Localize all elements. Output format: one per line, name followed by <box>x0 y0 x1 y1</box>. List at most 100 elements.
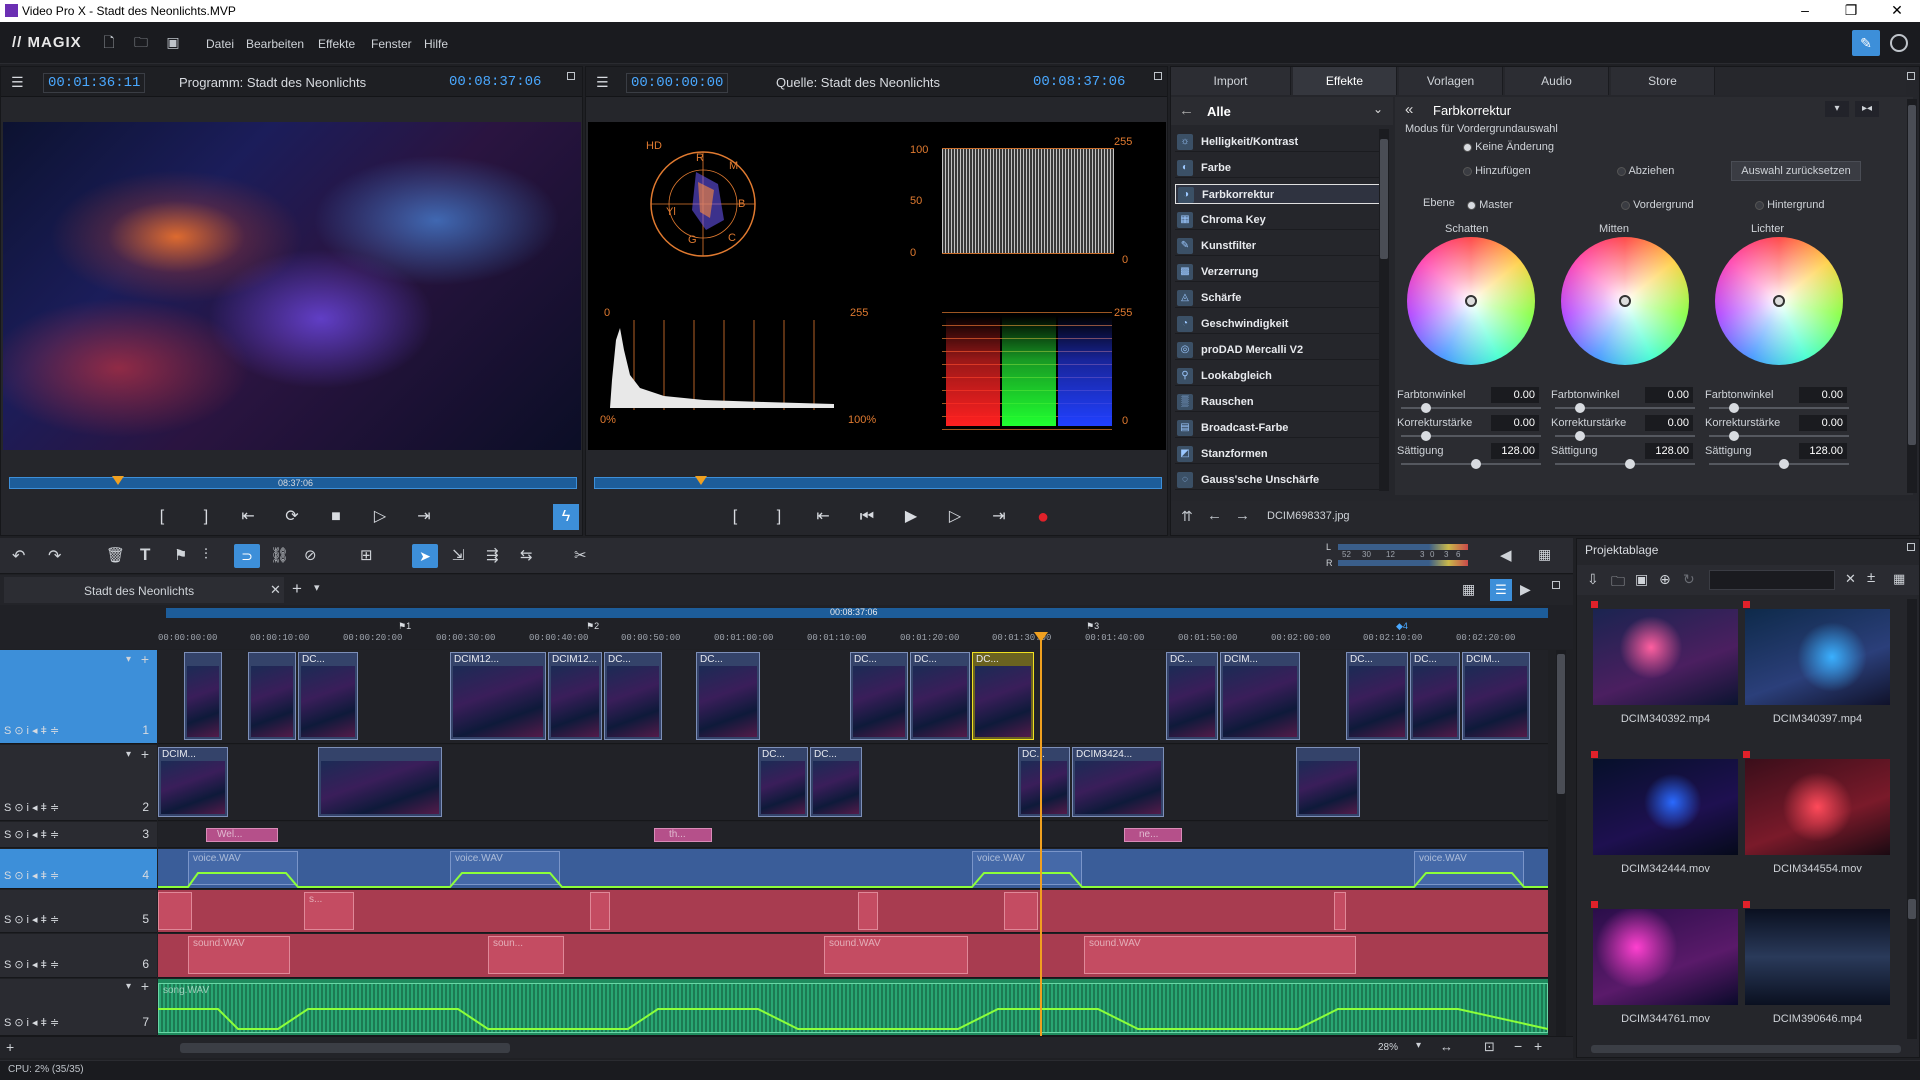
zoom-fit-icon[interactable]: ↔ <box>1440 1039 1453 1054</box>
marker-flag[interactable]: ◆4 <box>1396 621 1408 632</box>
track-header-5[interactable]: S⊙i◂ǂ≑ 5 <box>0 890 157 933</box>
hue-value[interactable]: 0.00 <box>1799 387 1847 403</box>
video-clip[interactable]: DC... <box>298 652 358 740</box>
mark-out-icon[interactable]: ] <box>766 504 792 530</box>
radio-icon[interactable] <box>1467 200 1476 210</box>
hue-value[interactable]: 0.00 <box>1491 387 1539 403</box>
track-header-2[interactable]: ▾ + S⊙i◂ǂ≑ 2 <box>0 745 157 821</box>
tab-store[interactable]: Store <box>1611 67 1715 95</box>
video-clip[interactable]: DC... <box>1166 652 1218 740</box>
timeline-tab[interactable]: Stadt des Neonlichts ✕ <box>4 577 284 603</box>
strength-slider[interactable] <box>1401 431 1541 441</box>
audio-clip[interactable] <box>858 892 878 930</box>
saturation-slider[interactable] <box>1555 459 1695 469</box>
track-controls[interactable]: S⊙i◂ǂ≑ <box>4 724 62 737</box>
layer-master[interactable]: Master <box>1467 199 1513 211</box>
back-icon[interactable]: ← <box>1207 507 1222 524</box>
mark-in-icon[interactable]: [ <box>722 504 748 530</box>
marker-flag[interactable]: ⚑2 <box>586 621 599 632</box>
add-to-timeline-icon[interactable]: ⊕ <box>1659 571 1671 588</box>
up-icon[interactable]: ⇈ <box>1181 508 1193 525</box>
strength-value[interactable]: 0.00 <box>1491 415 1539 431</box>
playhead-handle-icon[interactable] <box>1034 632 1048 642</box>
sort-icon[interactable]: ± <box>1867 569 1875 586</box>
timeline-range-bar[interactable]: 00:08:37:06 <box>166 607 1548 618</box>
mode-option-add[interactable]: Hinzufügen <box>1463 165 1531 177</box>
effect-item[interactable]: ◌ Gauss'sche Unschärfe <box>1175 470 1385 490</box>
audio-clip[interactable]: s... <box>304 892 354 930</box>
effect-item[interactable]: ☼ Helligkeit/Kontrast <box>1175 132 1385 152</box>
new-file-icon[interactable]: 🗋 <box>100 33 118 51</box>
bin-item[interactable]: DCIM390646.mp4 <box>1745 909 1890 1025</box>
video-clip[interactable]: DC... <box>910 652 970 740</box>
expand-icon[interactable]: ▸◂ <box>1855 101 1879 117</box>
radio-icon[interactable] <box>1755 200 1764 210</box>
layer-background[interactable]: Hintergrund <box>1755 199 1825 211</box>
go-start-icon[interactable]: ⇤ <box>810 504 836 530</box>
zoom-dropdown-icon[interactable]: ▾ <box>1416 1040 1421 1051</box>
bin-thumbnail[interactable] <box>1745 609 1890 705</box>
track-controls[interactable]: S⊙i◂ǂ≑ <box>4 869 62 882</box>
effect-item[interactable]: ▒ Rauschen <box>1175 392 1385 412</box>
saturation-slider[interactable] <box>1709 459 1849 469</box>
trim-icon[interactable]: ⇆ <box>520 546 533 564</box>
play-icon[interactable]: ▶ <box>898 504 924 530</box>
close-tab-icon[interactable]: ✕ <box>270 582 281 598</box>
zoom-out-icon[interactable]: − <box>1514 1038 1522 1054</box>
mixer-icon[interactable]: ▦ <box>1538 546 1551 563</box>
reset-selection-button[interactable]: Auswahl zurücksetzen <box>1731 161 1861 181</box>
timeline-scrollbar[interactable] <box>180 1043 510 1053</box>
track-collapse-icon[interactable]: ▾ <box>126 654 131 665</box>
track-header-1[interactable]: ▾ + S⊙i◂ǂ≑ 1 <box>0 650 157 744</box>
saturation-value[interactable]: 128.00 <box>1491 443 1539 459</box>
forward-icon[interactable]: → <box>1235 507 1250 524</box>
panel-maximize-icon[interactable] <box>1154 72 1162 80</box>
effect-item[interactable]: ◩ Stanzformen <box>1175 444 1385 464</box>
play-range-icon[interactable]: ▷ <box>367 504 393 530</box>
unlink-icon[interactable]: ⊘ <box>304 546 317 564</box>
menu-hilfe[interactable]: Hilfe <box>424 37 448 51</box>
hue-slider[interactable] <box>1709 403 1849 413</box>
title-clip[interactable]: th... <box>654 828 712 842</box>
audio-clip[interactable]: sound.WAV <box>824 936 968 974</box>
mode-option-subtract[interactable]: Abziehen <box>1617 165 1674 177</box>
track-header-4[interactable]: S⊙i◂ǂ≑ 4 <box>0 849 157 889</box>
zoom-level[interactable]: 28% <box>1378 1042 1398 1053</box>
save-icon[interactable]: ▣ <box>1635 571 1648 588</box>
bin-hscrollbar[interactable] <box>1591 1045 1901 1053</box>
strength-slider[interactable] <box>1555 431 1695 441</box>
maximize-button[interactable]: ❐ <box>1836 2 1866 19</box>
params-scrollbar[interactable] <box>1907 99 1917 493</box>
program-preview-image[interactable] <box>3 122 581 450</box>
split-icon[interactable]: ⫶ <box>204 546 208 563</box>
video-clip[interactable]: DC... <box>1410 652 1460 740</box>
video-clip[interactable]: DCIM... <box>158 747 228 817</box>
title-text-icon[interactable]: T <box>140 545 150 565</box>
magnet-icon[interactable]: ⊃ <box>234 544 260 568</box>
bin-thumbnail[interactable] <box>1593 909 1738 1005</box>
strength-value[interactable]: 0.00 <box>1799 415 1847 431</box>
fast-render-icon[interactable]: ϟ <box>553 504 579 530</box>
program-timecode[interactable]: 00:01:36:11 <box>43 73 146 93</box>
go-end-icon[interactable]: ⇥ <box>986 504 1012 530</box>
menu-fenster[interactable]: Fenster <box>371 37 412 51</box>
playhead[interactable] <box>1040 636 1042 1036</box>
back-arrow-icon[interactable]: ← <box>1179 102 1194 119</box>
track-header-6[interactable]: S⊙i◂ǂ≑ 6 <box>0 934 157 978</box>
scrub-marker-icon[interactable] <box>695 476 707 485</box>
mark-out-icon[interactable]: ] <box>193 504 219 530</box>
insert-icon[interactable]: ⊞ <box>360 546 373 564</box>
menu-icon[interactable]: ☰ <box>596 74 609 91</box>
speaker-icon[interactable]: ◀ <box>1500 546 1512 564</box>
video-clip[interactable]: DC... <box>696 652 760 740</box>
audio-clip[interactable] <box>590 892 610 930</box>
mark-in-icon[interactable]: [ <box>149 504 175 530</box>
video-clip[interactable]: DCIM... <box>1462 652 1530 740</box>
effect-item[interactable]: ▤ Broadcast-Farbe <box>1175 418 1385 438</box>
go-end-icon[interactable]: ⇥ <box>411 504 437 530</box>
title-clip[interactable]: ne... <box>1124 828 1182 842</box>
bin-item[interactable]: DCIM344761.mov <box>1593 909 1738 1025</box>
close-button[interactable]: ✕ <box>1882 2 1912 19</box>
video-clip[interactable]: DCIM... <box>1220 652 1300 740</box>
open-folder-icon[interactable]: 🗀 <box>132 33 150 51</box>
